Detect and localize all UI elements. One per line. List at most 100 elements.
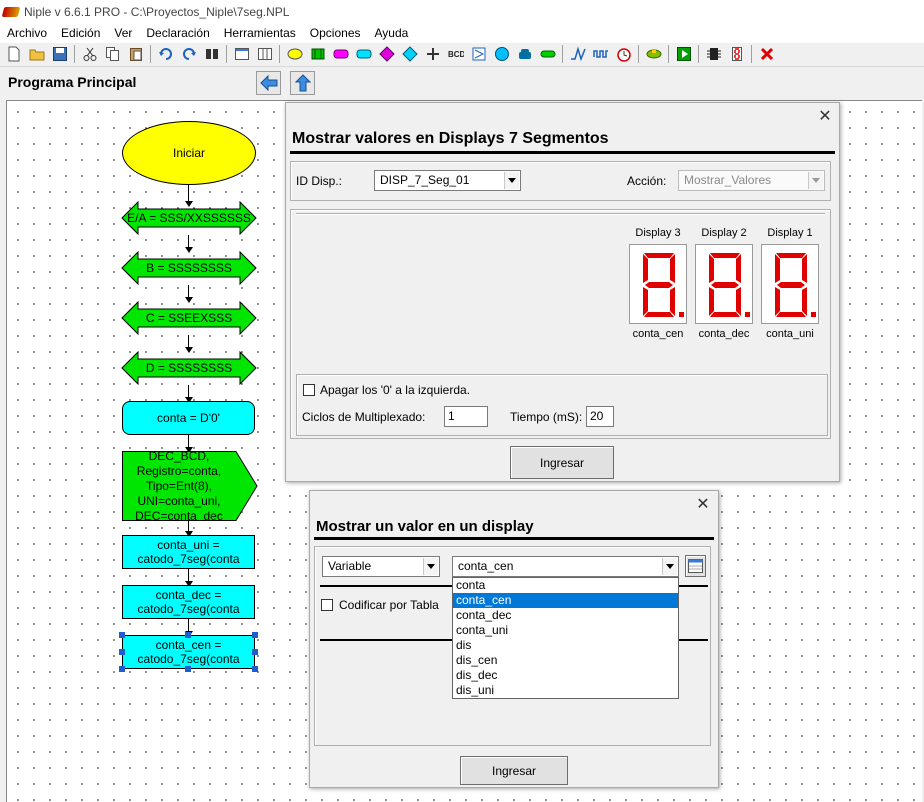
menu-ayuda[interactable]: Ayuda (368, 24, 416, 43)
dropdown-option[interactable]: conta_dec (453, 608, 678, 623)
toolbar-button-close[interactable] (755, 44, 778, 64)
toolbar-button-save[interactable] (48, 44, 71, 64)
display-2-var[interactable]: conta_dec (692, 328, 756, 340)
back-button[interactable] (256, 71, 281, 95)
variable-dropdown-list[interactable]: conta conta_cen conta_dec conta_uni dis dis_c… (452, 577, 679, 699)
toolbar-button-window[interactable] (230, 44, 253, 64)
digit-segment (777, 282, 805, 288)
table-button[interactable] (685, 555, 706, 577)
close-icon[interactable]: ✕ (817, 109, 833, 125)
flowchart-process-selected[interactable]: conta_cen = catodo_7seg(conta (122, 635, 255, 669)
dialog-title: Mostrar un valor en un display (316, 518, 534, 535)
dropdown-option[interactable]: dis_uni (453, 683, 678, 698)
toolbar-button-seven-seg[interactable] (725, 44, 748, 64)
display-1-label: Display 1 (767, 227, 813, 239)
toolbar-button-lcd[interactable] (490, 44, 513, 64)
selection-handle[interactable] (119, 632, 125, 638)
display-1[interactable] (761, 244, 819, 324)
apagar-ceros-checkbox[interactable] (303, 384, 315, 396)
toolbar-button-decision[interactable] (375, 44, 398, 64)
toolbar-button-new-file[interactable] (2, 44, 25, 64)
toolbar-button-stop[interactable] (536, 44, 559, 64)
variable-select[interactable]: conta_cen (452, 556, 679, 577)
dropdown-option[interactable]: dis_dec (453, 668, 678, 683)
flowchart-process[interactable]: conta_uni = catodo_7seg(conta (122, 535, 255, 569)
toolbar: BCD (0, 43, 924, 65)
toolbar-button-bcd[interactable]: BCD (444, 44, 467, 64)
selection-handle[interactable] (252, 649, 258, 655)
selection-handle[interactable] (185, 666, 191, 672)
ellipse-icon (287, 48, 302, 60)
display-1-var[interactable]: conta_uni (758, 328, 822, 340)
up-button[interactable] (290, 71, 315, 95)
process-label: conta_uni = catodo_7seg(conta (137, 538, 240, 566)
toolbar-separator (226, 45, 227, 63)
tiempo-input[interactable]: 20 (586, 406, 614, 427)
flowchart-io-step[interactable]: D = SSSSSSSS (121, 351, 257, 385)
toolbar-button-routine[interactable] (306, 44, 329, 64)
selection-handle[interactable] (252, 632, 258, 638)
menu-archivo[interactable]: Archivo (0, 24, 54, 43)
menu-herramientas[interactable]: Herramientas (217, 24, 303, 43)
flowchart-assign[interactable]: conta = D'0' (122, 401, 255, 435)
toolbar-button-paste[interactable] (124, 44, 147, 64)
close-icon[interactable]: ✕ (695, 497, 711, 513)
digit-segment (775, 287, 780, 316)
menu-edicion[interactable]: Edición (54, 24, 107, 43)
toolbar-button-run[interactable] (672, 44, 695, 64)
value-type-select[interactable]: Variable (322, 556, 440, 577)
toolbar-button-io-data[interactable] (329, 44, 352, 64)
dropdown-option[interactable]: conta_cen (453, 593, 678, 608)
toolbar-button-display[interactable] (467, 44, 490, 64)
menu-ver[interactable]: Ver (107, 24, 139, 43)
toolbar-button-grid[interactable] (253, 44, 276, 64)
chevron-down-icon[interactable] (504, 172, 519, 189)
chevron-down-icon[interactable] (662, 558, 677, 575)
dropdown-option[interactable]: conta (453, 578, 678, 593)
seven-seg-icon (731, 47, 742, 61)
menu-declaracion[interactable]: Declaración (139, 24, 216, 43)
ciclos-input[interactable]: 1 (444, 406, 488, 427)
flowchart-io-step[interactable]: B = SSSSSSSS (121, 251, 257, 285)
codificar-label: Codificar por Tabla (339, 598, 439, 612)
toolbar-button-toggle[interactable] (642, 44, 665, 64)
flowchart-start[interactable]: Iniciar (122, 121, 256, 185)
selection-handle[interactable] (119, 649, 125, 655)
toolbar-button-process[interactable] (352, 44, 375, 64)
toolbar-button-cut[interactable] (78, 44, 101, 64)
toolbar-button-phone[interactable] (513, 44, 536, 64)
selection-handle[interactable] (119, 666, 125, 672)
display-3[interactable] (629, 244, 687, 324)
selection-handle[interactable] (185, 632, 191, 638)
menu-opciones[interactable]: Opciones (303, 24, 368, 43)
dropdown-option[interactable]: dis_cen (453, 653, 678, 668)
codificar-checkbox[interactable] (321, 599, 333, 611)
toolbar-button-decision-alt[interactable] (398, 44, 421, 64)
flowchart-subroutine[interactable]: DEC_BCD, Registro=conta, Tipo=Ent(8), UN… (122, 451, 258, 521)
display-3-var[interactable]: conta_cen (626, 328, 690, 340)
toolbar-button-ellipse[interactable] (283, 44, 306, 64)
ingresar-button[interactable]: Ingresar (510, 446, 614, 479)
toolbar-button-redo[interactable] (177, 44, 200, 64)
display-2[interactable] (695, 244, 753, 324)
toolbar-button-copy[interactable] (101, 44, 124, 64)
toolbar-button-chip[interactable] (702, 44, 725, 64)
dropdown-option[interactable]: dis (453, 638, 678, 653)
selection-handle[interactable] (252, 666, 258, 672)
toolbar-button-wave[interactable] (589, 44, 612, 64)
toolbar-button-connector[interactable] (421, 44, 444, 64)
id-disp-select[interactable]: DISP_7_Seg_01 (374, 170, 521, 191)
toolbar-separator (751, 45, 752, 63)
ingresar-button[interactable]: Ingresar (460, 756, 568, 785)
toolbar-button-find[interactable] (200, 44, 223, 64)
chevron-down-icon[interactable] (423, 558, 438, 575)
flowchart-process[interactable]: conta_dec = catodo_7seg(conta (122, 585, 255, 619)
toolbar-button-pulse[interactable] (566, 44, 589, 64)
flowchart-io-step[interactable]: E/A = SSS/XXSSSSSS (121, 201, 257, 235)
toolbar-separator (668, 45, 669, 63)
dropdown-option[interactable]: conta_uni (453, 623, 678, 638)
toolbar-button-undo[interactable] (154, 44, 177, 64)
toolbar-button-clock[interactable] (612, 44, 635, 64)
flowchart-io-step[interactable]: C = SSEEXSSS (121, 301, 257, 335)
toolbar-button-open-folder[interactable] (25, 44, 48, 64)
